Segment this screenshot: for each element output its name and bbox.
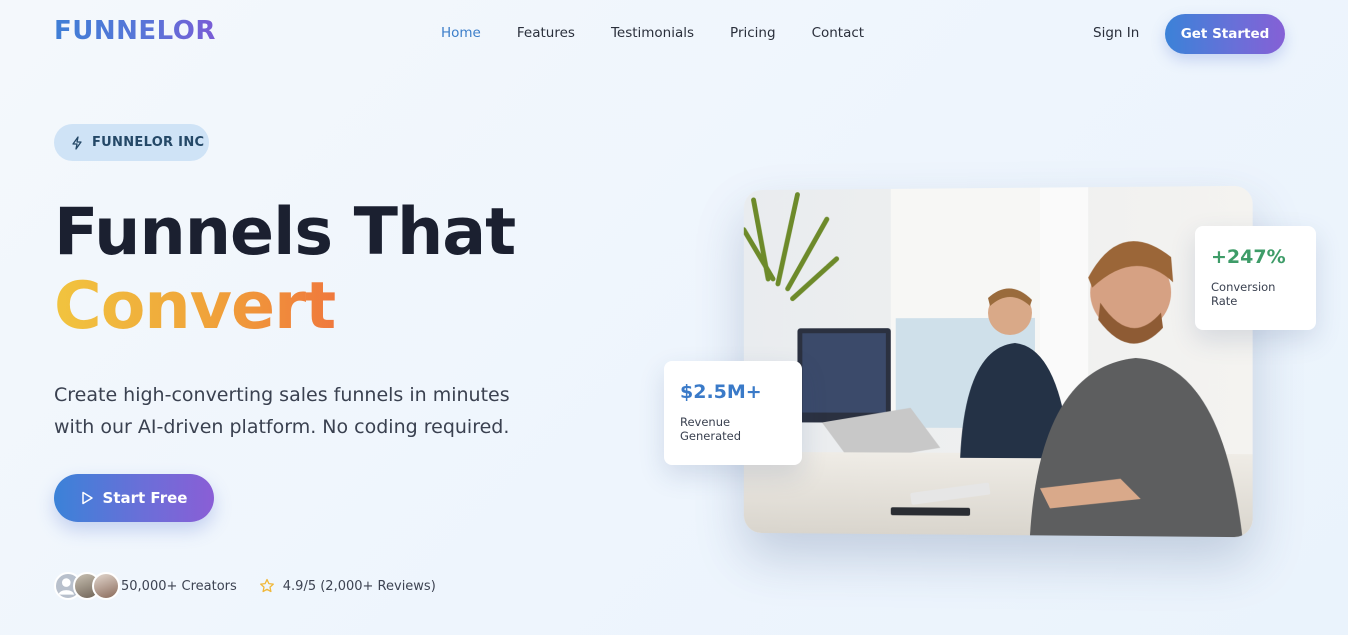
lightning-icon [70,136,84,150]
office-illustration [744,186,1253,537]
avatar [92,572,120,600]
revenue-value: $2.5M+ [680,381,786,403]
rating: 4.9/5 (2,000+ Reviews) [259,578,436,594]
revenue-stat-card: $2.5M+ Revenue Generated [664,361,802,465]
rating-text: 4.9/5 (2,000+ Reviews) [283,579,436,594]
star-icon [259,578,275,594]
brand-logo[interactable]: FUNNELOR [54,16,216,46]
play-icon [81,491,94,505]
nav-link-testimonials[interactable]: Testimonials [611,25,694,41]
badge-label: FUNNELOR INC [92,135,204,150]
conversion-stat-card: +247% Conversion Rate [1195,226,1316,330]
revenue-label: Revenue Generated [680,415,786,443]
start-free-button[interactable]: Start Free [54,474,214,522]
hero-headline: Funnels That Convert [54,196,515,344]
nav-link-features[interactable]: Features [517,25,575,41]
headline-line-1: Funnels That [54,195,515,270]
nav-link-home[interactable]: Home [441,25,481,41]
sign-in-link[interactable]: Sign In [1093,25,1139,41]
hero-subtitle: Create high-converting sales funnels in … [54,379,554,443]
start-free-label: Start Free [103,489,188,507]
social-proof: 50,000+ Creators 4.9/5 (2,000+ Reviews) [54,571,436,601]
hero-office-photo [744,186,1253,537]
conversion-label: Conversion Rate [1211,280,1300,308]
company-badge: FUNNELOR INC [54,124,209,161]
nav-link-contact[interactable]: Contact [812,25,865,41]
conversion-value: +247% [1211,246,1300,268]
nav-links: Home Features Testimonials Pricing Conta… [441,25,900,41]
creators-count: 50,000+ Creators [121,579,237,594]
avatar-stack [54,572,111,600]
headline-line-2: Convert [54,270,515,344]
top-navbar: FUNNELOR Home Features Testimonials Pric… [0,0,1348,68]
nav-link-pricing[interactable]: Pricing [730,25,776,41]
get-started-button[interactable]: Get Started [1165,14,1285,54]
